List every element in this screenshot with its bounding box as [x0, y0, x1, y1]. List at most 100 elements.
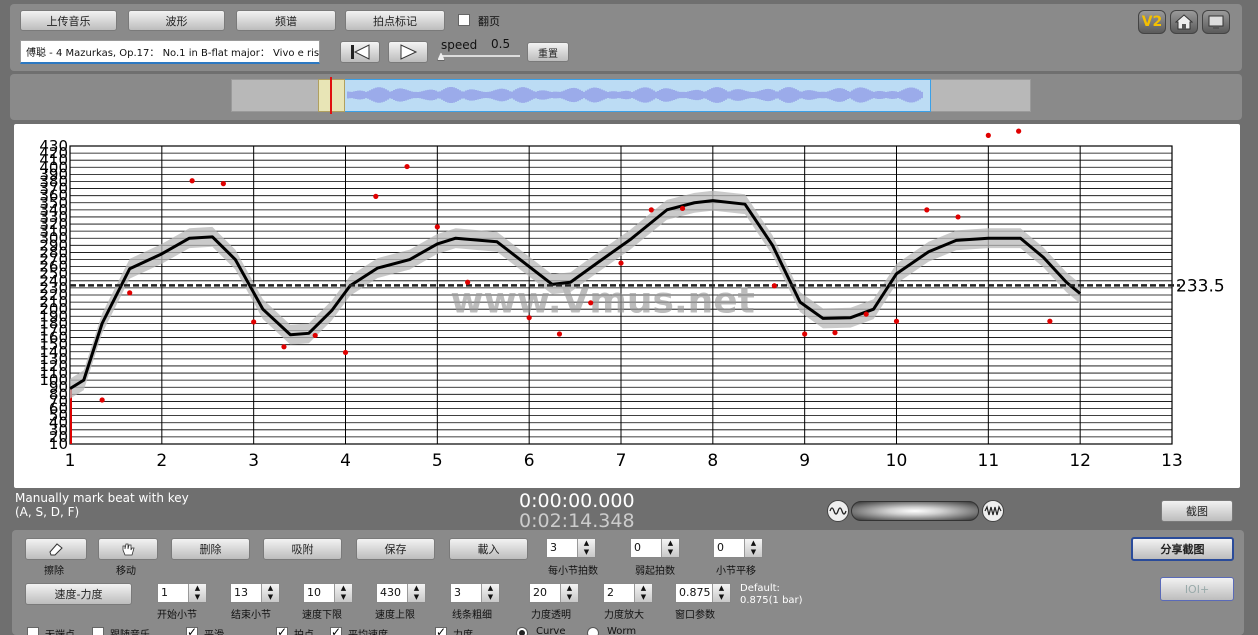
- sine-wave-icon: [829, 507, 847, 515]
- speed-value: 0.5: [491, 37, 511, 51]
- beat-point: [342, 349, 349, 356]
- dyn-zoom-value: 2: [607, 586, 614, 599]
- upload-music-button[interactable]: 上传音乐: [20, 10, 117, 31]
- reset-speed-button[interactable]: 重置: [527, 42, 569, 62]
- beat-point: [955, 214, 961, 220]
- ioi-button[interactable]: IOI+: [1160, 577, 1234, 601]
- volume-gradient-bar[interactable]: [851, 501, 979, 521]
- skip-start-button[interactable]: [340, 41, 380, 63]
- v2-button[interactable]: V2: [1138, 10, 1166, 34]
- waveform-button[interactable]: 波形: [128, 10, 225, 31]
- x-tick-label: 3: [248, 451, 259, 471]
- beat-point: [1016, 128, 1022, 134]
- bar-shift-input[interactable]: 0 ▲ ▼: [713, 538, 763, 558]
- line-width-value: 3: [454, 586, 461, 599]
- snap-button[interactable]: 吸附: [263, 538, 342, 560]
- default-hint-line-2: 0.875(1 bar): [740, 595, 803, 606]
- x-tick-label: 4: [340, 451, 351, 471]
- beat-point: [832, 330, 838, 336]
- follow-music-label: 跟随音乐: [110, 626, 150, 635]
- tempo-dynamics-button[interactable]: 速度-力度: [25, 583, 132, 605]
- start-bar-stepper[interactable]: ▲ ▼: [188, 584, 206, 602]
- smooth-checkbox[interactable]: [186, 625, 198, 635]
- beat-point: [99, 397, 105, 403]
- end-bar-input[interactable]: 13 ▲ ▼: [230, 583, 280, 603]
- tempo-min-stepper[interactable]: ▲ ▼: [334, 584, 352, 602]
- pickup-beats-input[interactable]: 0 ▲ ▼: [630, 538, 680, 558]
- v2-label: V2: [1141, 14, 1163, 30]
- dyn-transparency-value: 20: [533, 586, 547, 599]
- dyn-transparency-stepper[interactable]: ▲ ▼: [560, 584, 578, 602]
- flip-page-checkbox[interactable]: [458, 14, 470, 26]
- beat-point: [312, 332, 318, 339]
- dyn-transparency-input[interactable]: 20 ▲ ▼: [529, 583, 579, 603]
- share-screenshot-button[interactable]: 分享截图: [1131, 537, 1234, 561]
- window-param-label: 窗口参数: [675, 610, 715, 621]
- start-bar-label: 开始小节: [157, 610, 197, 621]
- beat-point: [1047, 318, 1053, 324]
- save-button[interactable]: 保存: [356, 538, 435, 560]
- watermark: www.Vmus.net: [450, 281, 755, 322]
- window-param-input[interactable]: 0.875 ▲ ▼: [675, 583, 731, 603]
- x-tick-label: 12: [1069, 451, 1091, 471]
- end-bar-value: 13: [234, 586, 248, 599]
- no-endpoint-label: 无端点: [45, 626, 75, 635]
- tap-mark-button[interactable]: 拍点标记: [345, 10, 445, 31]
- dyn-zoom-stepper[interactable]: ▲ ▼: [634, 584, 652, 602]
- tempo-max-value: 430: [380, 586, 401, 599]
- line-width-input[interactable]: 3 ▲ ▼: [450, 583, 500, 603]
- start-bar-input[interactable]: 1 ▲ ▼: [157, 583, 207, 603]
- beat-point: [924, 207, 930, 213]
- home-icon: [1175, 14, 1193, 30]
- no-endpoint-checkbox[interactable]: [27, 627, 39, 635]
- end-bar-stepper[interactable]: ▲ ▼: [261, 584, 279, 602]
- hint-line-2: (A, S, D, F): [15, 505, 80, 519]
- tempo-chart[interactable]: 1020304050607080901001101201301401501601…: [14, 124, 1240, 488]
- screenshot-button[interactable]: 截图: [1161, 500, 1233, 522]
- follow-music-checkbox[interactable]: [92, 627, 104, 635]
- bar-shift-label: 小节平移: [716, 566, 756, 577]
- beat-point: [679, 205, 686, 212]
- worm-radio[interactable]: [587, 627, 599, 635]
- pickup-beats-stepper[interactable]: ▲ ▼: [661, 539, 679, 557]
- beats-per-bar-stepper[interactable]: ▲ ▼: [577, 539, 595, 557]
- pickup-beats-value: 0: [634, 541, 641, 554]
- bar-shift-stepper[interactable]: ▲ ▼: [744, 539, 762, 557]
- home-button[interactable]: [1170, 10, 1198, 34]
- spectrum-toggle-button[interactable]: [982, 500, 1004, 522]
- playhead-marker[interactable]: [330, 77, 332, 114]
- tempo-min-input[interactable]: 10 ▲ ▼: [303, 583, 353, 603]
- move-button[interactable]: [98, 538, 158, 560]
- beats-per-bar-input[interactable]: 3 ▲ ▼: [546, 538, 596, 558]
- tempo-max-input[interactable]: 430 ▲ ▼: [376, 583, 426, 603]
- waveform-toggle-button[interactable]: [827, 500, 849, 522]
- dyn-zoom-input[interactable]: 2 ▲ ▼: [603, 583, 653, 603]
- line-width-stepper[interactable]: ▲ ▼: [481, 584, 499, 602]
- x-tick-label: 9: [799, 451, 810, 471]
- tempo-min-label: 速度下限: [302, 610, 342, 621]
- beat-points-label: 拍点: [294, 626, 314, 635]
- load-button[interactable]: 載入: [449, 538, 528, 560]
- beat-point: [127, 290, 133, 296]
- play-button[interactable]: [388, 41, 428, 63]
- average-tempo-label: 233.5: [1176, 276, 1225, 296]
- erase-button[interactable]: [25, 538, 87, 560]
- curve-radio[interactable]: [516, 627, 528, 635]
- dynamics-checkbox[interactable]: [435, 625, 447, 635]
- x-tick-label: 8: [707, 451, 718, 471]
- beat-point: [802, 331, 808, 337]
- end-bar-label: 结束小节: [231, 610, 271, 621]
- average-tempo-checkbox[interactable]: [330, 625, 342, 635]
- screen-button[interactable]: [1202, 10, 1230, 34]
- track-title-field[interactable]: 傅聪 - 4 Mazurkas, Op.17： No.1 in B-flat m…: [20, 40, 320, 64]
- spectrum-button[interactable]: 频谱: [236, 10, 336, 31]
- y-tick-label: 430: [39, 137, 68, 155]
- delete-button[interactable]: 删除: [171, 538, 250, 560]
- window-param-stepper[interactable]: ▲ ▼: [712, 584, 730, 602]
- tempo-max-stepper[interactable]: ▲ ▼: [407, 584, 425, 602]
- x-tick-label: 2: [156, 451, 167, 471]
- speed-slider-track[interactable]: [440, 55, 520, 57]
- total-time: 0:02:14.348: [519, 510, 635, 532]
- beat-points-checkbox[interactable]: [276, 625, 288, 635]
- x-tick-label: 13: [1161, 451, 1183, 471]
